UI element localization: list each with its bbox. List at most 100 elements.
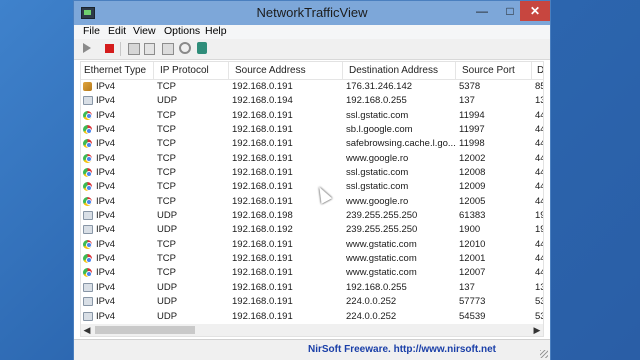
protocol-cell: TCP <box>157 267 176 279</box>
source-port-cell: 11998 <box>459 138 485 150</box>
column-divider[interactable] <box>228 62 229 79</box>
destination-address-cell: www.google.ro <box>346 152 409 164</box>
find-icon[interactable] <box>179 42 191 54</box>
table-row[interactable]: IPv4 TCP 192.168.0.191 www.gstatic.com 12007… <box>81 266 543 280</box>
nirsoft-link[interactable]: NirSoft Freeware. http://www.nirsoft.net <box>308 344 496 355</box>
save-icon[interactable] <box>128 43 140 55</box>
close-button[interactable]: ✕ <box>520 1 550 21</box>
menu-edit[interactable]: Edit <box>108 25 126 37</box>
chrome-icon <box>83 254 92 264</box>
table-row[interactable]: IPv4 TCP 192.168.0.191 www.google.ro 12002 44… <box>81 152 543 166</box>
source-port-cell: 12002 <box>459 152 486 164</box>
table-row[interactable]: IPv4 UDP 192.168.0.194 192.168.0.255 137 137 <box>81 94 543 108</box>
protocol-cell: TCP <box>157 253 176 265</box>
copy-icon[interactable] <box>144 43 155 55</box>
protocol-cell: TCP <box>157 138 176 150</box>
chrome-icon <box>83 239 92 249</box>
process-icon <box>83 225 93 235</box>
table-row[interactable]: IPv4 UDP 192.168.0.191 224.0.0.252 54539 535 <box>81 310 543 324</box>
table-row[interactable]: IPv4 TCP 192.168.0.191 www.google.ro 12005 44… <box>81 195 543 209</box>
source-address-cell: 192.168.0.191 <box>232 124 293 136</box>
destination-address-cell: www.gstatic.com <box>346 253 417 265</box>
column-destination-address[interactable]: Destination Address <box>349 65 438 76</box>
column-divider[interactable] <box>531 62 532 79</box>
table-row[interactable]: IPv4 TCP 192.168.0.191 www.gstatic.com 12010… <box>81 238 543 252</box>
ethernet-type-cell: IPv4 <box>96 267 116 279</box>
table-row[interactable]: IPv4 TCP 192.168.0.191 ssl.gstatic.com 12009… <box>81 180 543 194</box>
source-port-cell: 12010 <box>459 238 486 250</box>
menu-help[interactable]: Help <box>205 25 227 37</box>
list-rows: IPv4 TCP 192.168.0.191 176.31.246.142 5378 85… <box>81 80 543 324</box>
column-divider[interactable] <box>455 62 456 79</box>
destination-address-cell: safebrowsing.cache.l.go... <box>346 138 456 150</box>
source-port-cell: 54539 <box>459 310 486 322</box>
column-divider[interactable] <box>153 62 154 79</box>
source-address-cell: 192.168.0.191 <box>232 281 293 293</box>
chrome-icon <box>83 110 92 120</box>
protocol-cell: TCP <box>157 81 176 92</box>
ethernet-type-cell: IPv4 <box>96 109 116 121</box>
source-port-cell: 137 <box>459 95 475 107</box>
column-ethernet-type[interactable]: Ethernet Type <box>84 65 146 76</box>
protocol-cell: UDP <box>157 296 178 308</box>
menu-options[interactable]: Options <box>164 25 200 37</box>
scroll-thumb[interactable] <box>95 326 195 334</box>
destination-port-cell: 850 <box>535 81 543 92</box>
table-row[interactable]: IPv4 UDP 192.168.0.192 239.255.255.250 1900 1… <box>81 223 543 237</box>
chrome-icon <box>83 153 92 163</box>
source-port-cell: 11994 <box>459 109 485 121</box>
menu-file[interactable]: File <box>83 25 100 37</box>
play-icon[interactable] <box>83 43 91 53</box>
protocol-cell: TCP <box>157 195 176 207</box>
stop-icon[interactable] <box>105 44 114 53</box>
column-source-port[interactable]: Source Port <box>462 65 515 76</box>
scroll-right-icon[interactable]: ▶ <box>531 324 543 336</box>
process-icon <box>83 282 93 292</box>
source-address-cell: 192.168.0.191 <box>232 109 293 121</box>
table-row[interactable]: IPv4 UDP 192.168.0.191 192.168.0.255 137 137 <box>81 281 543 295</box>
protocol-cell: TCP <box>157 124 176 136</box>
chrome-icon <box>83 139 92 149</box>
table-row[interactable]: IPv4 TCP 192.168.0.191 safebrowsing.cache.l… <box>81 137 543 151</box>
source-address-cell: 192.168.0.191 <box>232 238 293 250</box>
destination-address-cell: ssl.gstatic.com <box>346 181 409 193</box>
table-row[interactable]: IPv4 TCP 192.168.0.191 ssl.gstatic.com 11994… <box>81 109 543 123</box>
table-row[interactable]: IPv4 UDP 192.168.0.191 224.0.0.252 57773 535 <box>81 295 543 309</box>
protocol-cell: UDP <box>157 210 178 222</box>
properties-icon[interactable] <box>162 43 174 55</box>
title-bar[interactable]: NetworkTrafficView — □ ✕ <box>74 1 550 25</box>
ethernet-type-cell: IPv4 <box>96 195 116 207</box>
horizontal-scrollbar[interactable]: ◀ ▶ <box>81 324 543 336</box>
protocol-cell: UDP <box>157 224 178 236</box>
protocol-cell: UDP <box>157 281 178 293</box>
ethernet-type-cell: IPv4 <box>96 253 116 265</box>
table-row[interactable]: IPv4 UDP 192.168.0.198 239.255.255.250 61383… <box>81 209 543 223</box>
table-row[interactable]: IPv4 TCP 192.168.0.191 ssl.gstatic.com 12008… <box>81 166 543 180</box>
table-row[interactable]: IPv4 TCP 192.168.0.191 www.gstatic.com 12001… <box>81 252 543 266</box>
table-row[interactable]: IPv4 TCP 192.168.0.191 176.31.246.142 5378 85… <box>81 80 543 94</box>
column-source-address[interactable]: Source Address <box>235 65 306 76</box>
source-address-cell: 192.168.0.191 <box>232 296 293 308</box>
destination-address-cell: 224.0.0.252 <box>346 310 397 322</box>
destination-address-cell: 176.31.246.142 <box>346 81 413 92</box>
destination-address-cell: ssl.gstatic.com <box>346 109 409 121</box>
resize-grip-icon[interactable] <box>540 350 548 358</box>
destination-port-cell: 443 <box>535 195 543 207</box>
traffic-list[interactable]: Ethernet Type IP Protocol Source Address… <box>80 61 544 337</box>
column-divider[interactable] <box>342 62 343 79</box>
table-row[interactable]: IPv4 TCP 192.168.0.191 sb.l.google.com 11997… <box>81 123 543 137</box>
destination-address-cell: www.gstatic.com <box>346 238 417 250</box>
exit-icon[interactable] <box>197 42 207 54</box>
scroll-left-icon[interactable]: ◀ <box>81 324 93 336</box>
destination-port-cell: 535 <box>535 296 543 308</box>
list-header: Ethernet Type IP Protocol Source Address… <box>81 62 543 80</box>
source-address-cell: 192.168.0.191 <box>232 81 293 92</box>
menu-view[interactable]: View <box>133 25 156 37</box>
chrome-icon <box>83 268 92 278</box>
destination-port-cell: 443 <box>535 238 543 250</box>
column-destination-port[interactable]: De <box>537 65 543 76</box>
source-address-cell: 192.168.0.191 <box>232 138 293 150</box>
status-bar: NirSoft Freeware. http://www.nirsoft.net <box>74 339 550 360</box>
minimize-button[interactable]: — <box>468 1 496 21</box>
column-ip-protocol[interactable]: IP Protocol <box>160 65 209 76</box>
